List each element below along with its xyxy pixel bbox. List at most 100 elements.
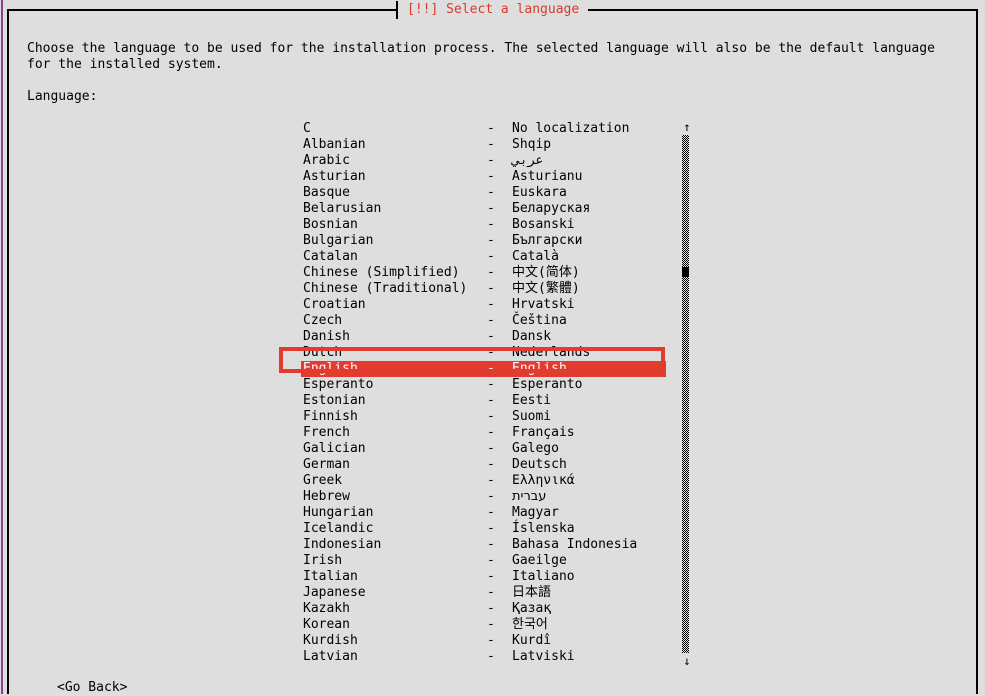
language-list-item[interactable]: Kazakh - Қазақ [301,601,669,617]
language-name: Chinese (Simplified) [303,265,460,280]
language-separator: - [487,489,495,504]
language-name: Galician [303,441,366,456]
language-native-name: Беларуская [512,201,591,216]
language-list-item[interactable]: Asturian - Asturianu [301,169,669,185]
language-separator: - [487,153,495,168]
language-name: Italian [303,569,358,584]
language-separator: - [487,537,495,552]
language-separator: - [487,585,495,600]
language-list-item[interactable]: C - No localization [301,121,669,137]
language-separator: - [487,249,495,264]
language-list-item[interactable]: Korean - 한국어 [301,617,669,633]
language-separator: - [487,201,495,216]
language-list-item[interactable]: Japanese - 日本語 [301,585,669,601]
language-name: Esperanto [303,377,374,392]
language-separator: - [487,425,495,440]
language-list-item[interactable]: Croatian - Hrvatski [301,297,669,313]
language-list-item[interactable]: Bulgarian - Български [301,233,669,249]
language-native-name: Suomi [512,409,552,424]
language-name: Chinese (Traditional) [303,281,468,296]
language-list-item[interactable]: Czech - Čeština [301,313,669,329]
language-native-name: Magyar [512,505,559,520]
language-list-item[interactable]: Danish - Dansk [301,329,669,345]
language-field-label: Language: [27,89,98,104]
language-native-name: Français [512,425,575,440]
language-name: Dutch [303,345,343,360]
language-list-item[interactable]: Greek - Ελληνικά [301,473,669,489]
language-list-item[interactable]: Chinese (Traditional) - 中文(繁體) [301,281,669,297]
language-separator: - [487,281,495,296]
language-list[interactable]: C - No localization Albanian - Shqip Arabic - عر… [301,121,669,665]
language-native-name: Asturianu [512,169,583,184]
language-list-item[interactable]: Indonesian - Bahasa Indonesia [301,537,669,553]
language-name: Kurdish [303,633,358,648]
language-separator: - [487,633,495,648]
language-native-name: Esperanto [512,377,583,392]
language-native-name: 日本語 [512,585,552,600]
language-native-name: Čeština [512,313,567,328]
language-native-name: Ελληνικά [512,473,575,488]
language-name: Hungarian [303,505,374,520]
language-separator: - [487,361,495,376]
terminal-left-edge [1,0,3,694]
language-name: Bulgarian [303,233,374,248]
language-list-item[interactable]: Estonian - Eesti [301,393,669,409]
language-list-item[interactable]: Catalan - Català [301,249,669,265]
language-native-name: 中文(简体) [512,265,580,280]
language-list-item[interactable]: Basque - Euskara [301,185,669,201]
scrollbar-track[interactable] [682,135,689,653]
language-separator: - [487,265,495,280]
language-name: Finnish [303,409,358,424]
language-list-item[interactable]: Kurdish - Kurdî [301,633,669,649]
language-list-item[interactable]: English - English [301,361,666,377]
language-native-name: 한국어 [512,617,548,632]
language-native-name: Nederlands [512,345,591,360]
language-native-name: Euskara [512,185,567,200]
scrollbar[interactable]: ↑ ↓ [679,121,695,667]
intro-text: Choose the language to be used for the i… [27,41,935,72]
language-list-item[interactable]: Galician - Galego [301,441,669,457]
language-native-name: No localization [512,121,630,136]
scrollbar-thumb[interactable] [682,267,689,277]
language-name: French [303,425,350,440]
language-native-name: Shqip [512,137,552,152]
language-name: Icelandic [303,521,374,536]
language-native-name: Gaeilge [512,553,567,568]
language-list-item[interactable]: French - Français [301,425,669,441]
language-native-name: Kurdî [512,633,552,648]
language-name: Bosnian [303,217,358,232]
language-name: Irish [303,553,343,568]
language-list-item[interactable]: Finnish - Suomi [301,409,669,425]
language-list-item[interactable]: Dutch - Nederlands [301,345,669,361]
language-separator: - [487,377,495,392]
language-list-item[interactable]: Albanian - Shqip [301,137,669,153]
language-native-name: Қазақ [512,601,552,616]
language-list-item[interactable]: Arabic - عربي [301,153,669,169]
language-native-name: Català [512,249,559,264]
language-separator: - [487,393,495,408]
language-list-item[interactable]: Latvian - Latviski [301,649,669,665]
language-list-item[interactable]: Icelandic - Íslenska [301,521,669,537]
language-native-name: Eesti [512,393,552,408]
language-native-name: עברית [512,489,547,504]
language-list-item[interactable]: Esperanto - Esperanto [301,377,669,393]
language-list-item[interactable]: Italian - Italiano [301,569,669,585]
language-list-item[interactable]: Hungarian - Magyar [301,505,669,521]
language-separator: - [487,569,495,584]
language-name: Basque [303,185,350,200]
select-language-dialog: Choose the language to be used for the i… [7,9,978,695]
language-list-item[interactable]: Chinese (Simplified) - 中文(简体) [301,265,669,281]
scroll-down-arrow-icon[interactable]: ↓ [679,655,695,667]
language-list-item[interactable]: German - Deutsch [301,457,669,473]
language-separator: - [487,601,495,616]
language-separator: - [487,345,495,360]
language-list-item[interactable]: Belarusian - Беларуская [301,201,669,217]
language-name: Belarusian [303,201,382,216]
language-list-item[interactable]: Bosnian - Bosanski [301,217,669,233]
language-list-item[interactable]: Irish - Gaeilge [301,553,669,569]
language-native-name: English [512,361,567,376]
language-list-item[interactable]: Hebrew - עברית [301,489,669,505]
language-separator: - [487,169,495,184]
language-native-name: Dansk [512,329,552,344]
scroll-up-arrow-icon[interactable]: ↑ [679,121,695,133]
